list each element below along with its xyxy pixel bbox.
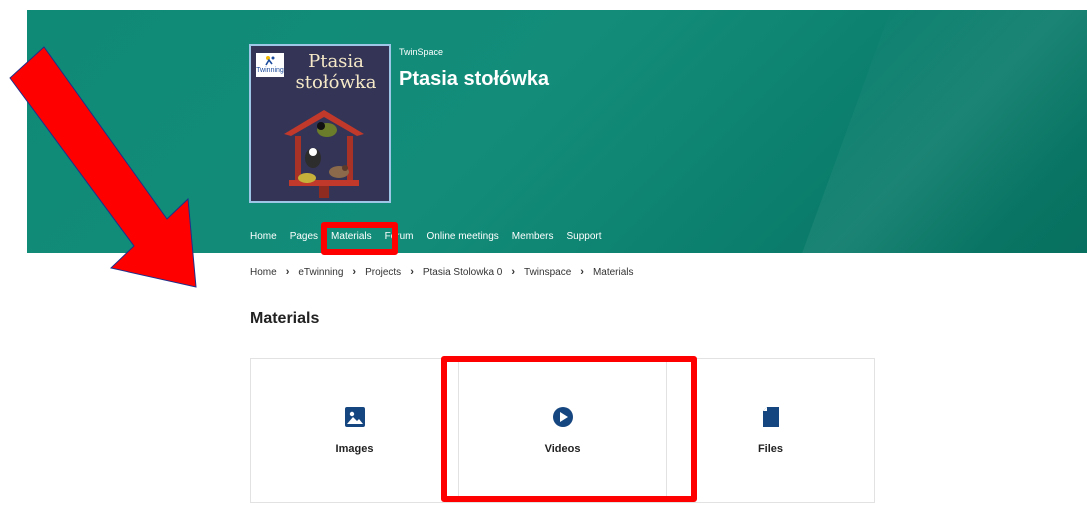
red-arrow-annotation — [9, 46, 197, 288]
